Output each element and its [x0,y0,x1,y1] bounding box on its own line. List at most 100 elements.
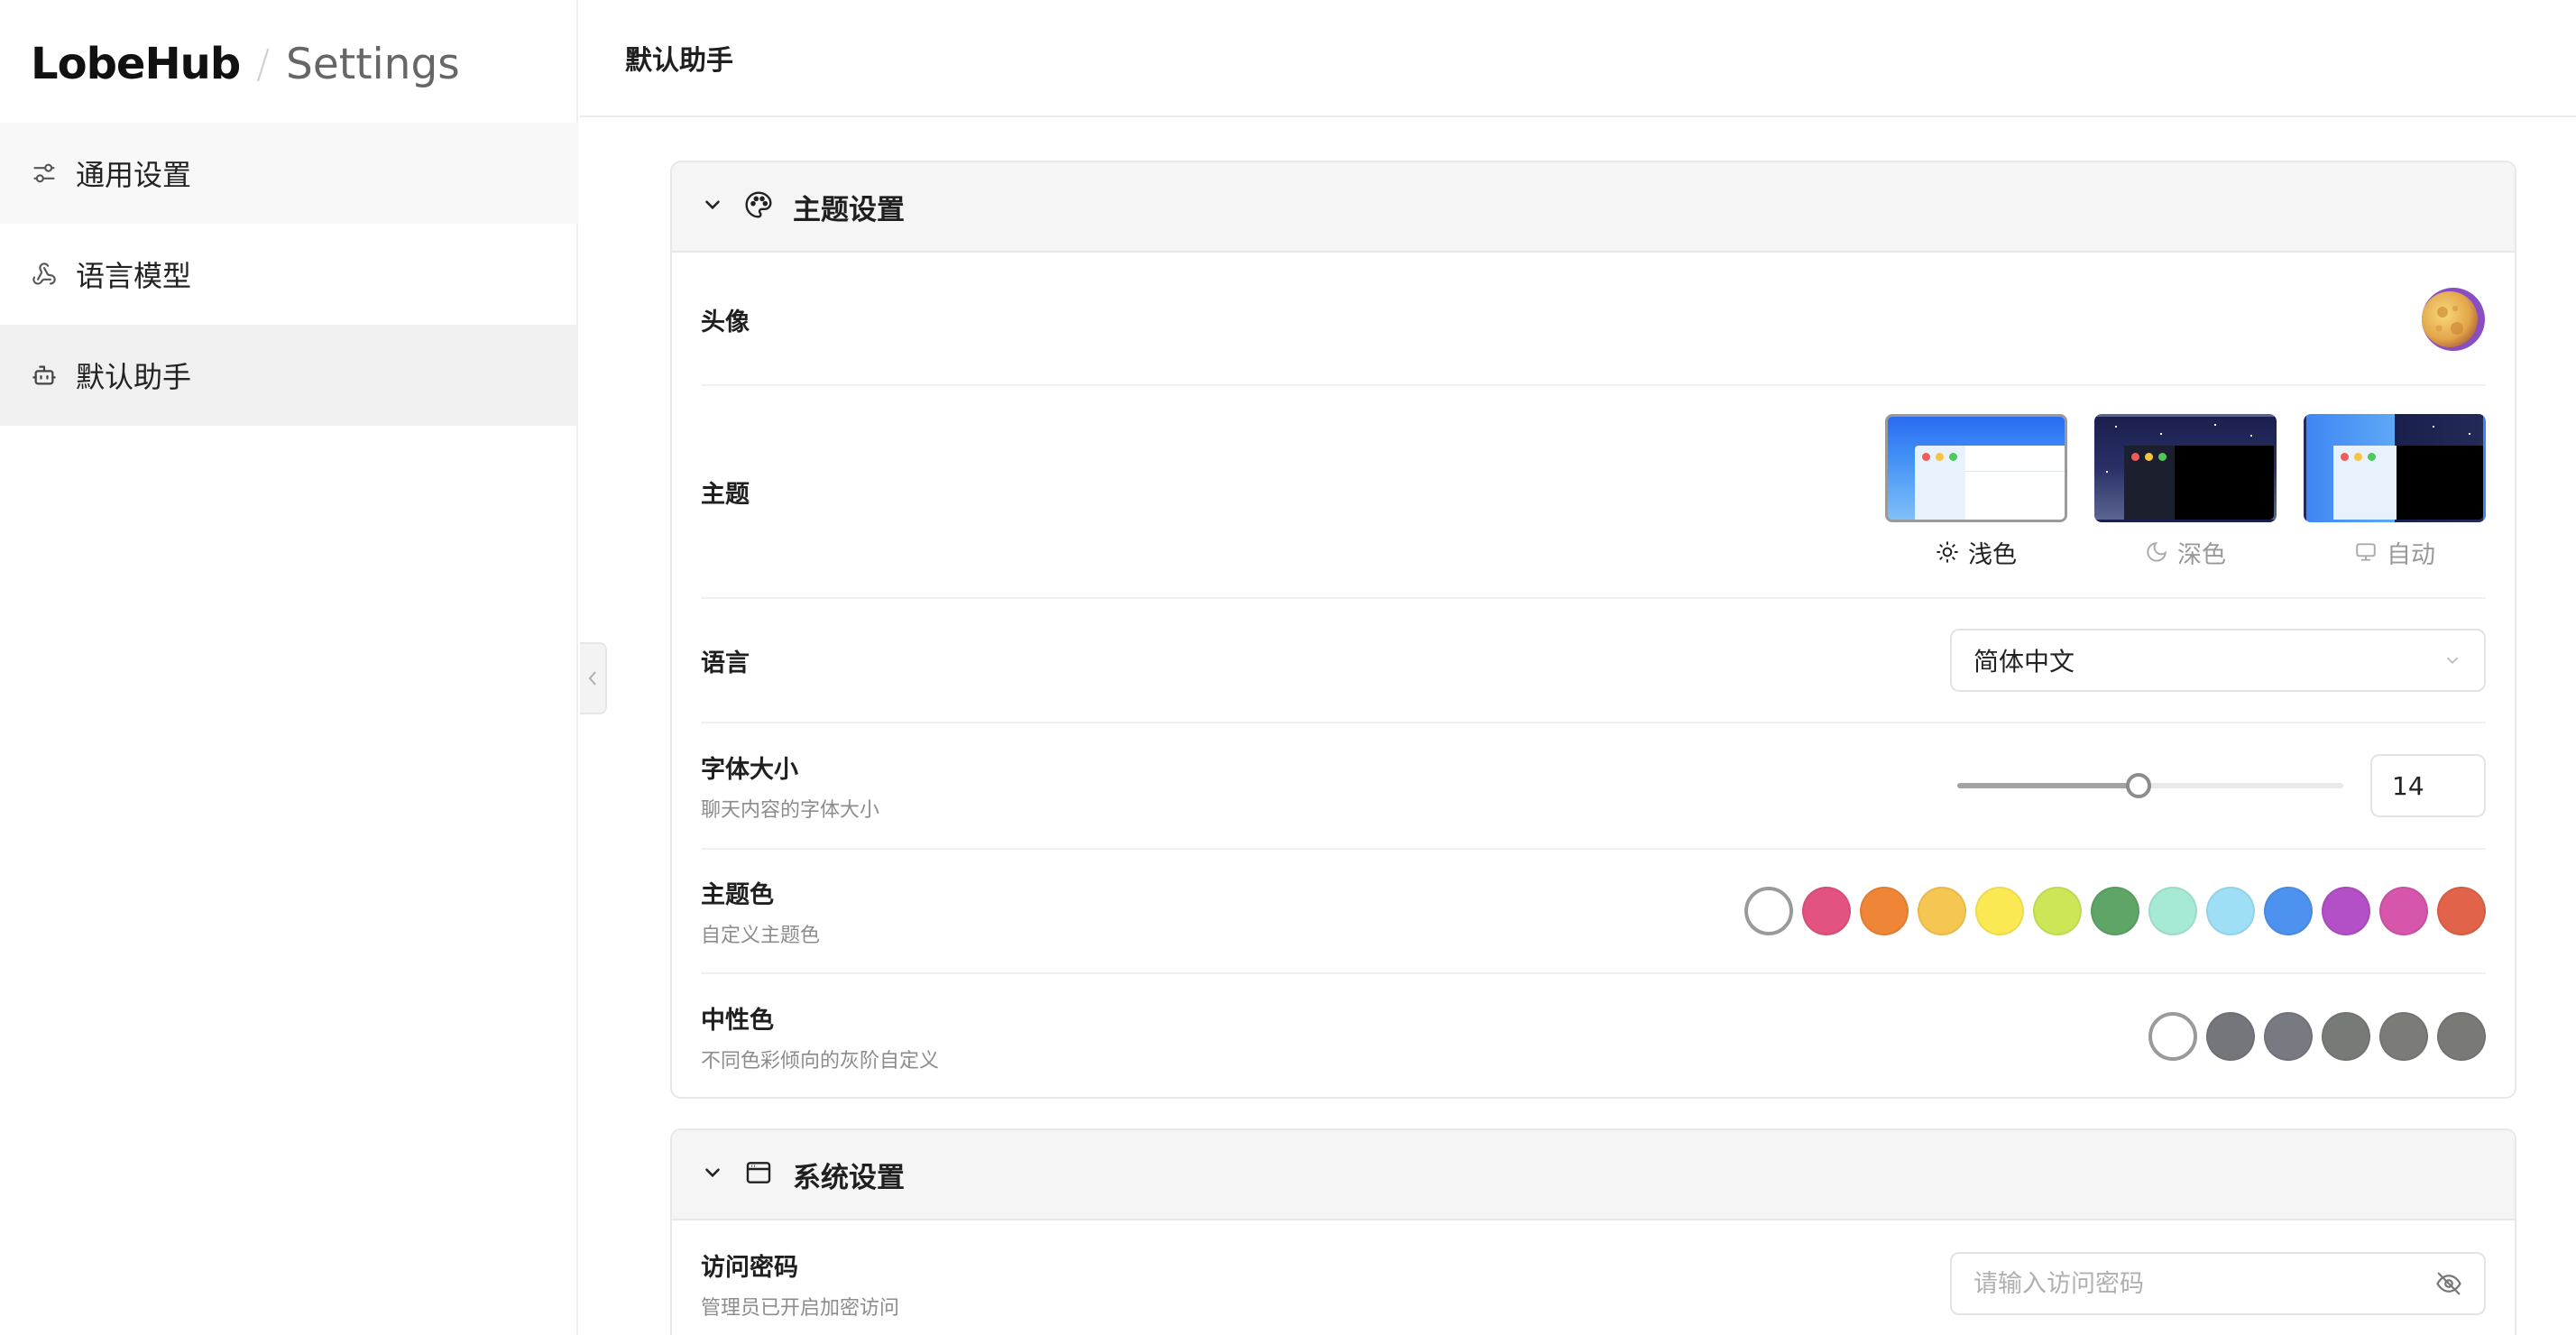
theme-settings-panel: 主题设置 头像 主题 浅色 深色 自动 语言 简体中文 字体大小 聊天内容的字体… [670,161,2516,1099]
primary-color-swatch[interactable] [2206,887,2255,935]
neutral-color-swatch[interactable] [2148,1012,2197,1061]
theme-dark-preview [2094,413,2277,522]
language-label: 语言 [701,649,750,677]
neutral-color-row: 中性色 不同色彩倾向的灰阶自定义 [701,974,2486,1097]
language-select[interactable]: 简体中文 [1950,629,2486,692]
browser-window-icon [744,1158,773,1191]
theme-light-preview [1885,413,2067,522]
theme-option-auto[interactable]: 自动 [2304,413,2486,570]
chevron-down-icon [2446,657,2459,665]
monitor-icon [2356,543,2376,561]
theme-options: 浅色 深色 自动 [1885,413,2486,570]
primary-color-row: 主题色 自定义主题色 [701,850,2486,974]
primary-color-swatch[interactable] [2091,887,2139,935]
primary-color-swatch[interactable] [2437,887,2486,935]
sidebar-item-llm[interactable]: 语言模型 [0,224,578,325]
password-label: 访问密码 [701,1253,798,1282]
neutral-color-swatch[interactable] [2206,1012,2255,1061]
neutral-color-label: 中性色 [701,1006,774,1035]
sidebar-item-label: 默认助手 [76,360,192,394]
font-size-text: 字体大小 聊天内容的字体大小 [701,750,879,823]
chevron-left-icon [588,671,596,686]
sliders-icon [31,160,58,187]
slider-handle[interactable] [2126,773,2152,798]
page-title: 默认助手 [625,45,733,77]
theme-auto-name: 自动 [2387,540,2435,569]
sidebar-item-default-agent[interactable]: 默认助手 [0,325,578,426]
moon-icon [2147,542,2167,562]
primary-color-swatch[interactable] [1975,887,2024,935]
font-size-control: 14 [1957,754,2486,817]
avatar-row: 头像 [701,254,2486,386]
sun-icon [1937,541,1958,563]
primary-color-swatch[interactable] [2264,887,2313,935]
primary-color-swatch[interactable] [2033,887,2082,935]
theme-row: 主题 浅色 深色 自动 [701,386,2486,599]
brand-separator: / [256,41,271,87]
theme-dark-name: 深色 [2177,540,2226,569]
language-row: 语言 简体中文 [701,599,2486,723]
sidebar-item-label: 通用设置 [76,158,192,192]
eye-off-icon[interactable] [2435,1270,2462,1297]
webhook-icon [31,261,58,288]
brand: LobeHub / Settings [31,32,460,96]
neutral-color-text: 中性色 不同色彩倾向的灰阶自定义 [701,1000,939,1073]
chevron-down-icon[interactable] [701,1161,724,1188]
theme-option-label: 自动 [2354,535,2435,570]
system-settings-header[interactable]: 系统设置 [672,1130,2515,1220]
system-settings-title: 系统设置 [793,1161,905,1194]
brand-logo[interactable]: LobeHub [31,39,241,89]
password-row: 访问密码 管理员已开启加密访问 [701,1222,2486,1335]
neutral-color-swatches [2148,1012,2486,1061]
theme-settings-header[interactable]: 主题设置 [672,162,2515,253]
primary-color-swatch[interactable] [2322,887,2370,935]
password-desc: 管理员已开启加密访问 [701,1296,900,1320]
theme-settings-title: 主题设置 [793,193,905,226]
sidebar-item-label: 语言模型 [76,259,192,293]
avatar-label: 头像 [701,308,750,336]
neutral-color-swatch[interactable] [2379,1012,2428,1061]
system-settings-panel: 系统设置 访问密码 管理员已开启加密访问 [670,1128,2516,1335]
bot-icon [31,362,58,389]
theme-option-label: 浅色 [1936,535,2017,570]
font-size-input[interactable]: 14 [2370,754,2486,817]
theme-light-name: 浅色 [1968,540,2017,569]
theme-option-light[interactable]: 浅色 [1885,413,2067,570]
neutral-color-swatch[interactable] [2437,1012,2486,1061]
page-header: 默认助手 [580,0,2576,117]
primary-color-swatch[interactable] [2148,887,2197,935]
theme-option-label: 深色 [2145,535,2226,570]
neutral-color-swatch[interactable] [2322,1012,2370,1061]
theme-label: 主题 [701,480,750,509]
primary-color-swatch[interactable] [1744,887,1793,935]
sidebar-nav: 通用设置 语言模型 默认助手 [0,123,578,426]
slider-track [1957,783,2139,788]
sidebar-collapse-handle[interactable] [580,642,607,714]
primary-color-swatches [1744,887,2486,935]
language-select-value: 简体中文 [1973,647,2075,677]
palette-icon [744,190,773,223]
primary-color-swatch[interactable] [1918,887,1966,935]
primary-color-swatch[interactable] [1860,887,1909,935]
theme-auto-preview [2304,413,2486,522]
theme-option-dark[interactable]: 深色 [2094,413,2277,570]
primary-color-swatch[interactable] [1802,887,1851,935]
font-size-slider[interactable] [1957,768,2343,804]
primary-color-text: 主题色 自定义主题色 [701,875,820,948]
font-size-desc: 聊天内容的字体大小 [701,798,880,822]
password-input[interactable] [1973,1269,2406,1298]
primary-color-swatch[interactable] [2379,887,2428,935]
primary-color-desc: 自定义主题色 [701,924,821,947]
font-size-row: 字体大小 聊天内容的字体大小 14 [701,723,2486,850]
chevron-down-icon[interactable] [701,193,724,220]
sidebar: LobeHub / Settings 通用设置 语言模型 默认助手 [0,0,578,1335]
font-size-label: 字体大小 [701,755,798,784]
brand-subtitle: Settings [286,39,460,89]
avatar[interactable] [2421,287,2486,352]
password-field [1950,1252,2486,1315]
neutral-color-desc: 不同色彩倾向的灰阶自定义 [701,1049,940,1073]
neutral-color-swatch[interactable] [2264,1012,2313,1061]
password-text: 访问密码 管理员已开启加密访问 [701,1248,899,1321]
font-size-value: 14 [2392,770,2424,801]
sidebar-item-general[interactable]: 通用设置 [0,123,578,224]
